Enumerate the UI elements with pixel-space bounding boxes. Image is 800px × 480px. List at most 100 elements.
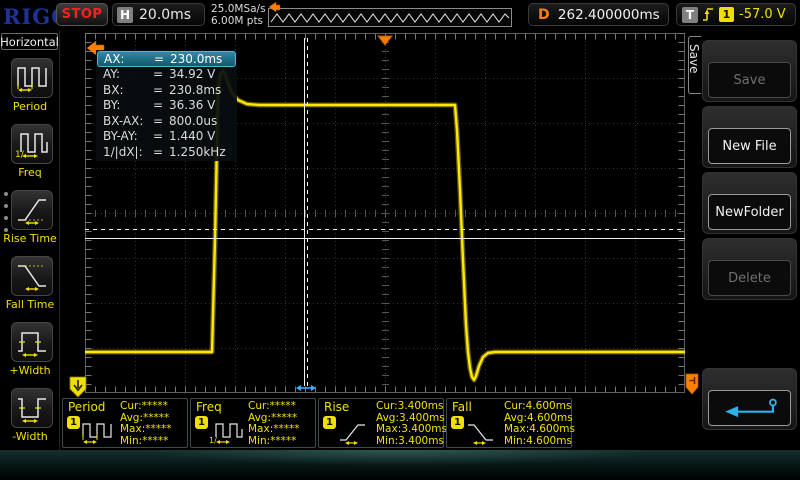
period-icon bbox=[15, 62, 49, 94]
menu-label-rise-time: Rise Time bbox=[0, 232, 60, 245]
waveform-preview-bar[interactable] bbox=[268, 8, 512, 27]
cursor-row-by-ay: BY-AY: = 1.440 V bbox=[97, 129, 236, 145]
menu-label-plus-width: +Width bbox=[0, 364, 60, 377]
t-key-icon: T bbox=[682, 7, 698, 23]
preview-waveform bbox=[269, 9, 511, 26]
cursor-label: BY-AY: bbox=[97, 129, 153, 143]
cursor-eq: = bbox=[153, 83, 169, 97]
cursor-label: AX: bbox=[98, 52, 154, 66]
cursor-eq: = bbox=[153, 67, 169, 81]
measurement-min: Min:3.400ms bbox=[376, 436, 447, 448]
cursor-row-inverse-dx: 1/|dX|: = 1.250kHz bbox=[97, 144, 236, 160]
horizontal-timebase-box[interactable]: H 20.0ms bbox=[112, 3, 205, 26]
cursor-label: BX: bbox=[97, 83, 153, 97]
minus-width-icon bbox=[15, 392, 49, 424]
menu-item-rise-time[interactable] bbox=[11, 190, 53, 230]
cursor-row-ay: AY: = 34.92 V bbox=[97, 67, 236, 83]
menu-page-dot bbox=[4, 192, 8, 196]
cursor-eq: = bbox=[153, 98, 169, 112]
memory-depth: 6.00M pts bbox=[211, 15, 266, 27]
measurement-panel-fall[interactable]: Fall 1 Cur:4.600ms Avg:4.600ms Max:4.600… bbox=[446, 398, 572, 448]
svg-text:1/: 1/ bbox=[209, 436, 217, 445]
new-file-button[interactable]: New File bbox=[708, 128, 791, 164]
measurement-source-badge: 1 bbox=[323, 416, 336, 429]
back-button[interactable] bbox=[708, 390, 791, 426]
measurement-values: Cur:***** Avg:***** Max:***** Min:***** bbox=[120, 401, 172, 447]
delay-box[interactable]: D 262.400000ms bbox=[528, 3, 669, 26]
cursor-value: 800.0us bbox=[169, 114, 217, 128]
measurement-min: Min:***** bbox=[120, 436, 172, 448]
fall-time-icon bbox=[15, 260, 49, 292]
cursor-label: BY: bbox=[97, 98, 153, 112]
cursor-value: 34.92 V bbox=[169, 67, 215, 81]
period-icon bbox=[81, 421, 117, 445]
measurement-min: Min:***** bbox=[248, 436, 300, 448]
trigger-level-offscreen-marker-icon[interactable] bbox=[686, 374, 698, 394]
measurement-panel-rise[interactable]: Rise 1 Cur:3.400ms Avg:3.400ms Max:3.400… bbox=[318, 398, 444, 448]
oscilloscope-screen: RIGOL STOP H 20.0ms 25.0MSa/s 6.00M pts … bbox=[0, 0, 800, 480]
cursor-readout-panel: AX: = 230.0ms AY: = 34.92 V BX: = 230.8m… bbox=[96, 50, 237, 161]
return-arrow-icon bbox=[717, 396, 783, 420]
menu-label-minus-width: -Width bbox=[0, 430, 60, 443]
measurement-cur: Cur:4.600ms bbox=[504, 401, 575, 413]
cursor-eq: = bbox=[153, 145, 169, 159]
fall-time-icon bbox=[465, 421, 501, 445]
cursor-label: AY: bbox=[97, 67, 153, 81]
cursor-value: 230.8ms bbox=[169, 83, 221, 97]
channel-status-bar: 1 6.00 V 2 5.00 V bbox=[0, 450, 800, 480]
trigger-level-value: -57.0 V bbox=[739, 7, 786, 22]
measurement-cur: Cur:***** bbox=[120, 401, 172, 413]
measurement-source-badge: 1 bbox=[451, 416, 464, 429]
cursor-value: 1.250kHz bbox=[169, 145, 226, 159]
save-button[interactable]: Save bbox=[708, 62, 791, 98]
measurement-panel-freq[interactable]: Freq 1 1/ Cur:***** Avg:***** Max:***** … bbox=[190, 398, 316, 448]
timebase-value: 20.0ms bbox=[139, 7, 191, 23]
cursor-row-bx-ax: BX-AX: = 800.0us bbox=[97, 113, 236, 129]
plus-width-icon bbox=[15, 326, 49, 358]
cursor-value: 1.440 V bbox=[169, 129, 215, 143]
trigger-box[interactable]: T 1 -57.0 V bbox=[676, 3, 796, 26]
menu-label-fall-time: Fall Time bbox=[0, 298, 60, 311]
menu-item-period[interactable] bbox=[11, 58, 53, 98]
measurement-values: Cur:***** Avg:***** Max:***** Min:***** bbox=[248, 401, 300, 447]
menu-item-fall-time[interactable] bbox=[11, 256, 53, 296]
menu-label-freq: Freq bbox=[0, 166, 60, 179]
h-key-icon: H bbox=[117, 7, 133, 23]
cursor-row-bx: BX: = 230.8ms bbox=[97, 82, 236, 98]
measurement-source-badge: 1 bbox=[67, 416, 80, 429]
measurement-name: Period bbox=[68, 400, 105, 414]
cursor-label: BX-AX: bbox=[97, 114, 153, 128]
menu-item-minus-width[interactable] bbox=[11, 388, 53, 428]
delete-button[interactable]: Delete bbox=[708, 260, 791, 296]
cursor-row-by: BY: = 36.36 V bbox=[97, 98, 236, 114]
rise-time-icon bbox=[337, 421, 373, 445]
measurement-panel-period[interactable]: Period 1 Cur:***** Avg:***** Max:***** M… bbox=[62, 398, 188, 448]
trigger-slope-rising-icon bbox=[703, 7, 714, 22]
measurement-cur: Cur:3.400ms bbox=[376, 401, 447, 413]
menu-page-dot bbox=[4, 204, 8, 208]
channel1-offset-offscreen-marker-icon[interactable] bbox=[68, 376, 88, 398]
freq-icon: 1/ bbox=[209, 421, 245, 445]
measurement-cur: Cur:***** bbox=[248, 401, 300, 413]
menu-item-freq[interactable]: 1/ bbox=[11, 124, 53, 164]
menu-label-period: Period bbox=[0, 100, 60, 113]
menu-item-plus-width[interactable] bbox=[11, 322, 53, 362]
save-tab-label: Save bbox=[687, 44, 701, 58]
cursor-value: 36.36 V bbox=[169, 98, 215, 112]
svg-text:1/: 1/ bbox=[15, 150, 25, 160]
run-state-button[interactable]: STOP bbox=[56, 3, 108, 26]
cursor-eq: = bbox=[153, 129, 169, 143]
top-status-bar: RIGOL STOP H 20.0ms 25.0MSa/s 6.00M pts … bbox=[0, 0, 800, 30]
measurement-name: Rise bbox=[324, 400, 349, 414]
left-menu-title: Horizontal bbox=[1, 33, 58, 50]
menu-page-dot bbox=[4, 216, 8, 220]
new-folder-button[interactable]: NewFolder bbox=[708, 194, 791, 230]
trigger-source-badge: 1 bbox=[719, 7, 734, 22]
measurement-name: Fall bbox=[452, 400, 472, 414]
measurement-values: Cur:4.600ms Avg:4.600ms Max:4.600ms Min:… bbox=[504, 401, 575, 447]
measurement-min: Min:4.600ms bbox=[504, 436, 575, 448]
preview-trigger-arrow-icon bbox=[269, 2, 281, 12]
cursor-row-ax: AX: = 230.0ms bbox=[97, 51, 236, 67]
sample-rate: 25.0MSa/s bbox=[211, 3, 266, 15]
measurement-source-badge: 1 bbox=[195, 416, 208, 429]
